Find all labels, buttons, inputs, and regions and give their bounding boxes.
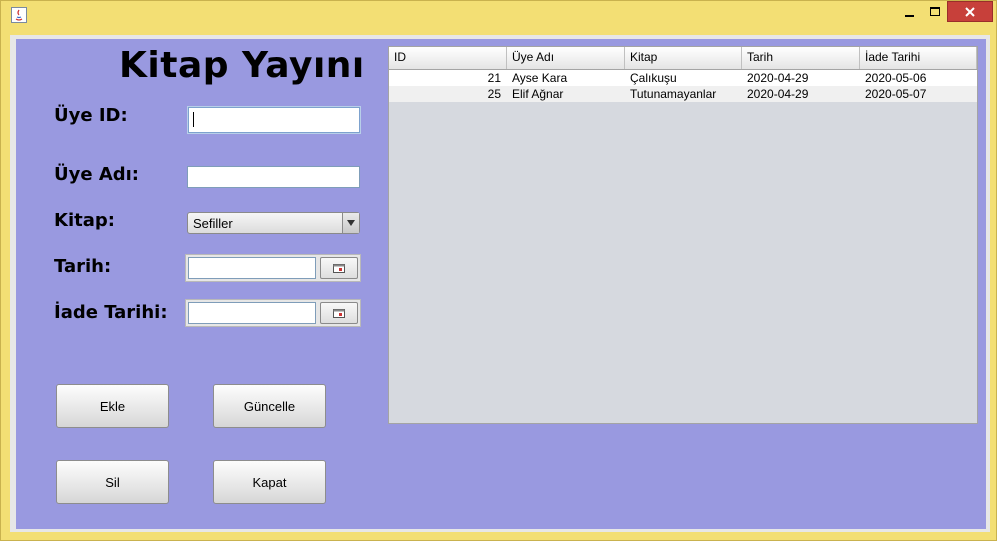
tarih-calendar-button[interactable]: [320, 257, 358, 279]
close-button[interactable]: [947, 1, 993, 22]
minimize-button[interactable]: [894, 1, 924, 22]
tarih-date-chooser: [185, 254, 361, 282]
cell-id: 21: [487, 71, 501, 85]
maximize-icon: [930, 7, 940, 16]
uye-id-input[interactable]: [188, 107, 360, 133]
cell-uye-adi: Elif Ağnar: [512, 87, 564, 101]
app-window: Kitap Yayını Üye ID: Üye Adı: Kitap: Sef…: [0, 0, 997, 541]
close-icon: [965, 6, 975, 17]
cell-iade-tarihi: 2020-05-07: [865, 87, 927, 101]
table-header: ID Üye Adı Kitap Tarih İade Tarihi: [389, 47, 977, 70]
tarih-label: Tarih:: [54, 256, 112, 277]
iade-tarihi-input[interactable]: [188, 302, 316, 324]
cell-iade-tarihi: 2020-05-06: [865, 71, 927, 85]
sil-button[interactable]: Sil: [56, 460, 169, 504]
calendar-icon: [333, 263, 345, 273]
table-row[interactable]: 21 Ayse Kara Çalıkuşu 2020-04-29 2020-05…: [389, 70, 977, 86]
tarih-input[interactable]: [188, 257, 316, 279]
uye-adi-label: Üye Adı:: [54, 164, 140, 185]
java-app-icon: [11, 7, 27, 23]
column-header-tarih[interactable]: Tarih: [742, 47, 860, 69]
kitap-label: Kitap:: [54, 210, 115, 231]
records-table[interactable]: ID Üye Adı Kitap Tarih İade Tarihi 21 Ay…: [388, 46, 978, 424]
kitap-select-value: Sefiller: [193, 216, 233, 231]
cell-id: 25: [487, 87, 501, 101]
uye-adi-input[interactable]: [187, 166, 360, 188]
guncelle-button[interactable]: Güncelle: [213, 384, 326, 428]
column-header-kitap[interactable]: Kitap: [625, 47, 742, 69]
iade-tarihi-calendar-button[interactable]: [320, 302, 358, 324]
kitap-select[interactable]: Sefiller: [187, 212, 360, 234]
cell-kitap: Tutunamayanlar: [630, 87, 717, 101]
title-bar[interactable]: [1, 1, 996, 29]
maximize-button[interactable]: [921, 1, 949, 22]
cell-kitap: Çalıkuşu: [630, 71, 677, 85]
column-header-uye-adi[interactable]: Üye Adı: [507, 47, 625, 69]
cell-tarih: 2020-04-29: [747, 71, 809, 85]
page-title: Kitap Yayını: [119, 45, 365, 86]
text-caret: [193, 112, 194, 127]
minimize-icon: [904, 14, 914, 17]
ekle-button[interactable]: Ekle: [56, 384, 169, 428]
iade-tarihi-label: İade Tarihi:: [54, 302, 168, 323]
column-header-id[interactable]: ID: [389, 47, 507, 69]
table-row[interactable]: 25 Elif Ağnar Tutunamayanlar 2020-04-29 …: [389, 86, 977, 102]
column-header-iade-tarihi[interactable]: İade Tarihi: [860, 47, 977, 69]
calendar-icon: [333, 308, 345, 318]
chevron-down-icon[interactable]: [342, 213, 359, 233]
cell-uye-adi: Ayse Kara: [512, 71, 568, 85]
iade-tarihi-date-chooser: [185, 299, 361, 327]
kapat-button[interactable]: Kapat: [213, 460, 326, 504]
uye-id-label: Üye ID:: [54, 105, 128, 126]
cell-tarih: 2020-04-29: [747, 87, 809, 101]
